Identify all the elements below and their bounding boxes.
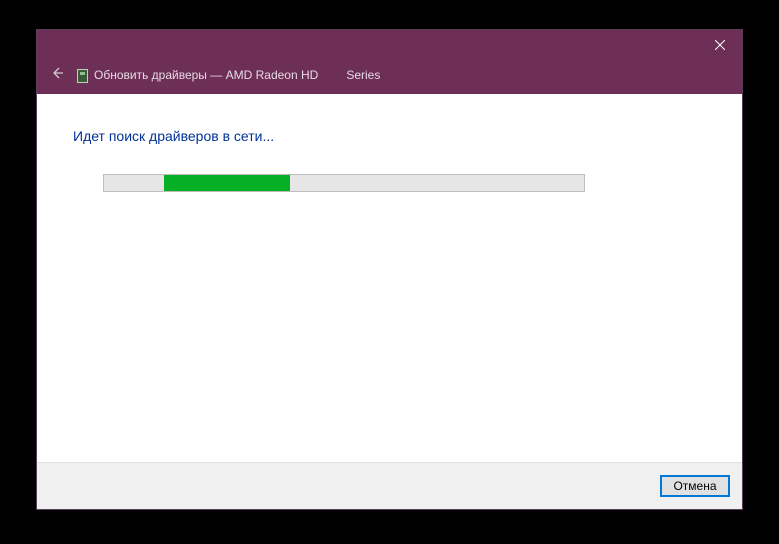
progress-bar-fill — [164, 175, 290, 191]
close-icon — [715, 37, 725, 53]
dialog-footer: Отмена — [37, 462, 742, 509]
titlebar: Обновить драйверы — AMD Radeon HD Series — [37, 30, 742, 94]
back-button[interactable] — [49, 67, 65, 83]
cancel-button[interactable]: Отмена — [660, 475, 730, 497]
window-title: Обновить драйверы — AMD Radeon HD Series — [77, 68, 380, 82]
close-button[interactable] — [697, 30, 742, 60]
title-suffix: Series — [346, 68, 380, 82]
device-icon — [77, 69, 88, 83]
status-text: Идет поиск драйверов в сети... — [73, 128, 706, 144]
progress-bar-track — [103, 174, 585, 192]
title-prefix: Обновить драйверы — AMD Radeon HD — [94, 68, 318, 82]
driver-update-dialog: Обновить драйверы — AMD Radeon HD Series… — [36, 29, 743, 510]
arrow-left-icon — [50, 66, 64, 85]
content-area: Идет поиск драйверов в сети... — [37, 94, 742, 462]
